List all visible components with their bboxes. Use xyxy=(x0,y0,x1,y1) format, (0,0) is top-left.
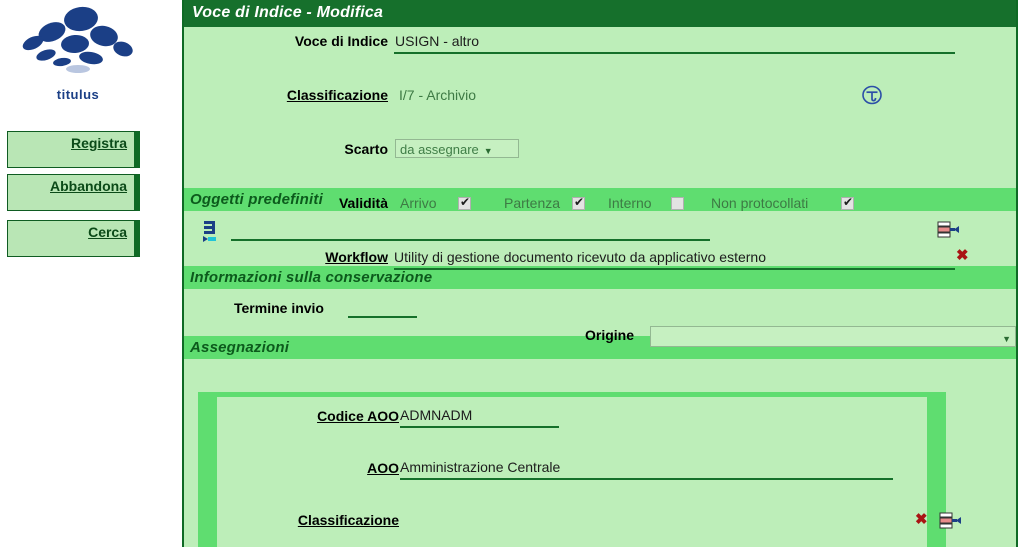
origine-label: Origine xyxy=(585,327,635,343)
assegnazioni-classificazione-label: Classificazione xyxy=(297,512,399,528)
app-root: titulus Registra Abbandona Cerca Voce di… xyxy=(0,0,1023,547)
chevron-down-icon: ▼ xyxy=(1002,334,1011,344)
registra-button[interactable]: Registra xyxy=(7,131,140,168)
sidebar: titulus Registra Abbandona Cerca xyxy=(0,0,182,547)
aoo-label: AOO xyxy=(367,460,399,476)
chevron-down-icon: ▼ xyxy=(483,146,493,156)
field-classificazione: Classificazione I/7 - Archivio xyxy=(184,83,1016,110)
termine-invio-underline xyxy=(348,316,417,318)
oggetti-predefiniti-body xyxy=(184,211,1016,266)
voce-di-indice-underline xyxy=(394,52,955,54)
codice-aoo-value[interactable]: ADMNADM xyxy=(400,407,472,423)
codice-aoo-underline xyxy=(400,426,559,428)
scarto-selected-value: da assegnare xyxy=(400,142,479,157)
assegnazioni-inner-box: Codice AOO ADMNADM AOO Amministrazione C… xyxy=(217,397,961,547)
field-aoo: AOO Amministrazione Centrale xyxy=(217,456,927,483)
assegnazioni-outer-box: Codice AOO ADMNADM AOO Amministrazione C… xyxy=(198,392,961,547)
validita-option-interno-label: Interno xyxy=(608,195,652,211)
validita-option-partenza-label: Partenza xyxy=(504,195,561,211)
titulus-t-icon[interactable] xyxy=(861,85,883,110)
field-scarto: Scarto da assegnare ▼ xyxy=(184,137,1016,164)
voce-di-indice-form: Voce di Indice USIGN - altro Classificaz… xyxy=(184,27,1016,270)
validita-label: Validità xyxy=(338,195,388,211)
validita-checkbox-non-protocollati[interactable] xyxy=(841,195,854,210)
assegnazioni-classificazione-delete-icon[interactable]: ✖ xyxy=(915,512,928,527)
aoo-value[interactable]: Amministrazione Centrale xyxy=(400,459,560,475)
conservazione-body: Termine invio Origine ▼ xyxy=(184,289,1016,347)
codice-aoo-label: Codice AOO xyxy=(317,408,399,424)
add-row-icon[interactable] xyxy=(934,218,960,247)
termine-invio-label: Termine invio xyxy=(234,300,324,316)
workflow-underline xyxy=(394,268,955,270)
field-assegnazioni-classificazione: Classificazione ✖ xyxy=(217,508,928,535)
oggetti-input-underline xyxy=(231,239,710,241)
validita-checkbox-arrivo[interactable] xyxy=(458,195,471,210)
cerca-button[interactable]: Cerca xyxy=(7,220,140,257)
field-voce-di-indice: Voce di Indice USIGN - altro xyxy=(184,29,1016,56)
titulus-logo-icon xyxy=(22,6,133,73)
validita-checkbox-partenza[interactable] xyxy=(572,195,585,210)
insert-entry-icon[interactable] xyxy=(200,219,222,250)
field-termine-invio: Termine invio xyxy=(184,296,1016,323)
aoo-underline xyxy=(400,478,893,480)
voce-di-indice-label: Voce di Indice xyxy=(294,33,388,49)
field-codice-aoo: Codice AOO ADMNADM xyxy=(217,404,927,431)
main-panel: Voce di Indice - Modifica Voce di Indice… xyxy=(182,0,1018,547)
voce-di-indice-value[interactable]: USIGN - altro xyxy=(395,33,479,49)
cerca-button-label: Cerca xyxy=(88,224,127,240)
validita-checkbox-interno[interactable] xyxy=(671,197,684,210)
origine-select[interactable]: ▼ xyxy=(650,326,1016,347)
titulus-logo: titulus xyxy=(8,6,148,102)
abbandona-button[interactable]: Abbandona xyxy=(7,174,140,211)
classificazione-label: Classificazione xyxy=(286,87,388,103)
assegnazioni-add-row-icon[interactable] xyxy=(936,509,962,538)
validita-option-non-protocollati-label: Non protocollati xyxy=(711,195,809,211)
logo-wordmark: titulus xyxy=(56,87,100,102)
abbandona-button-label: Abbandona xyxy=(50,178,127,194)
validita-option-arrivo-label: Arrivo xyxy=(400,195,437,211)
classificazione-value[interactable]: I/7 - Archivio xyxy=(399,87,476,103)
registra-button-label: Registra xyxy=(70,135,127,151)
page-title: Voce di Indice - Modifica xyxy=(184,0,1016,27)
field-origine: Origine ▼ xyxy=(184,323,1016,350)
scarto-select[interactable]: da assegnare ▼ xyxy=(395,139,519,158)
scarto-label: Scarto xyxy=(344,141,388,157)
